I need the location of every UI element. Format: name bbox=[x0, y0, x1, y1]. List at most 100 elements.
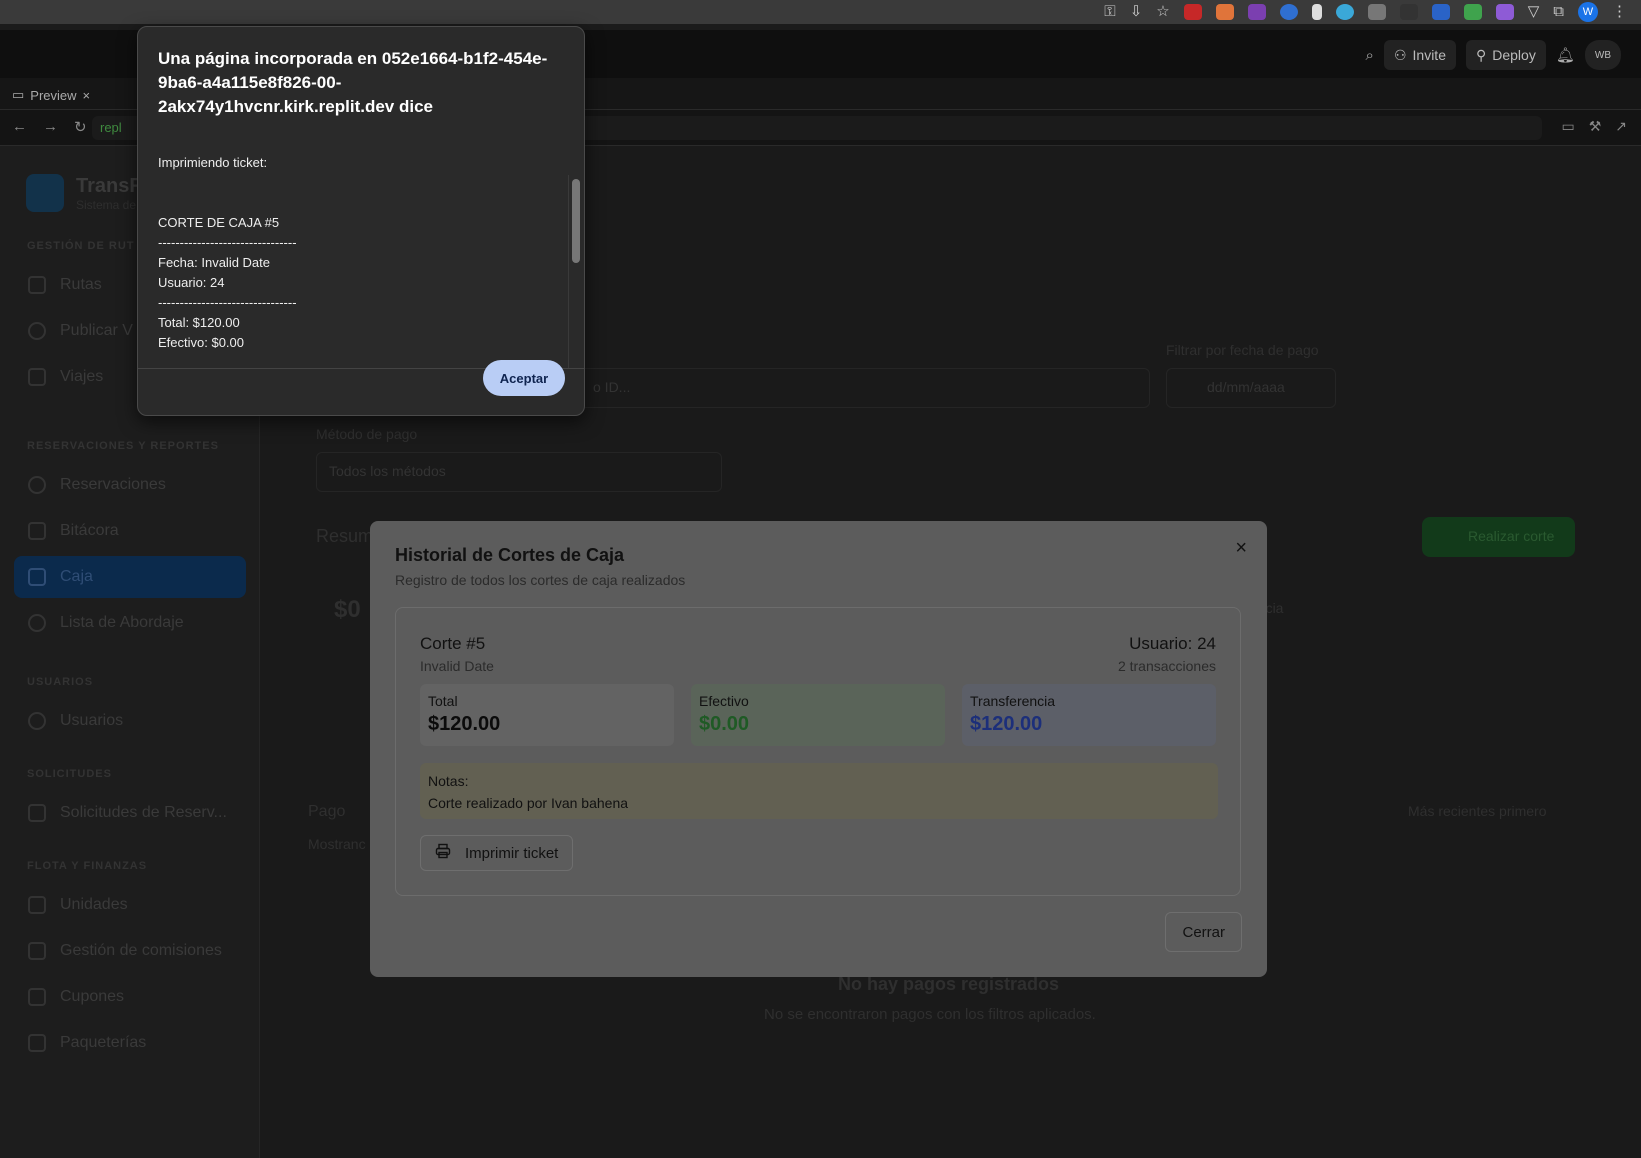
sidebar-item-cupones[interactable]: Cupones bbox=[14, 976, 246, 1018]
extension-icon[interactable] bbox=[1247, 4, 1266, 20]
percent-icon bbox=[28, 942, 46, 960]
date-input[interactable]: dd/mm/aaaa bbox=[1166, 368, 1336, 408]
brand-subtitle: Sistema de bbox=[76, 197, 137, 212]
reload-icon[interactable]: ↻ bbox=[74, 118, 87, 136]
sidebar-item-bitacora[interactable]: Bitácora bbox=[14, 510, 246, 552]
extension-icon[interactable] bbox=[1431, 4, 1450, 20]
tab-preview[interactable]: ▭ Preview × bbox=[4, 82, 98, 108]
resumen-heading: Resum bbox=[316, 526, 374, 546]
alert-message: Imprimiendo ticket: CORTE DE CAJA #5 ---… bbox=[158, 155, 297, 350]
sidebar-item-unidades[interactable]: Unidades bbox=[14, 884, 246, 926]
install-icon[interactable]: ⇩ bbox=[1130, 4, 1143, 20]
alert-title: Una página incorporada en 052e1664-b1f2-… bbox=[158, 49, 548, 116]
puzzle-icon[interactable]: ⧉ bbox=[1553, 4, 1564, 20]
print-ticket-button[interactable]: Imprimir ticket bbox=[420, 835, 573, 871]
browser-toolbar: ⚿ ⇩ ☆ ▽ ⧉ W ⋮ bbox=[0, 0, 1641, 24]
close-icon[interactable]: × bbox=[83, 88, 91, 103]
user-avatar[interactable]: WB bbox=[1584, 40, 1621, 70]
notes-box: Notas: Corte realizado por Ivan bahena bbox=[420, 763, 1218, 819]
method-label: Método de pago bbox=[316, 426, 418, 442]
printer-icon bbox=[435, 843, 451, 863]
realizar-corte-button[interactable]: Realizar corte bbox=[1422, 517, 1575, 557]
percent-icon bbox=[28, 568, 46, 586]
sort-button[interactable]: Más recientes primero bbox=[1408, 803, 1547, 819]
filter-date-label: Filtrar por fecha de pago bbox=[1166, 342, 1319, 358]
user-icon bbox=[28, 476, 46, 494]
transfer-stat: Transferencia $120.00 bbox=[962, 684, 1216, 746]
sidebar-item-solicitudes[interactable]: Solicitudes de Reserv... bbox=[14, 792, 246, 834]
back-icon[interactable]: ← bbox=[12, 118, 27, 136]
section-flota: FLOTA Y FINANZAS bbox=[27, 860, 148, 872]
transfer-label: Transferencia bbox=[970, 693, 1056, 709]
clock-icon bbox=[28, 322, 46, 340]
pagos-heading: Pago bbox=[308, 803, 346, 820]
eyedropper-icon[interactable] bbox=[1311, 4, 1322, 20]
sidebar-item-comisiones[interactable]: Gestión de comisiones bbox=[14, 930, 246, 972]
cash-label: Efectivo bbox=[699, 693, 749, 709]
alert-message-area: Imprimiendo ticket: CORTE DE CAJA #5 ---… bbox=[138, 151, 584, 369]
sidebar-item-reservaciones[interactable]: Reservaciones bbox=[14, 464, 246, 506]
modal-subtitle: Registro de todos los cortes de caja rea… bbox=[395, 572, 686, 588]
truck-icon bbox=[28, 896, 46, 914]
deploy-icon: ⚲ bbox=[1475, 46, 1487, 63]
bell-icon[interactable]: 🔔︎ bbox=[1556, 46, 1575, 64]
package-icon bbox=[28, 1034, 46, 1052]
total-stat: Total $120.00 bbox=[420, 684, 674, 746]
section-rutas: GESTIÓN DE RUT bbox=[27, 240, 135, 252]
invite-button[interactable]: ⚇ Invite bbox=[1383, 40, 1456, 70]
cash-value: $0.00 bbox=[699, 713, 750, 735]
extension-icon[interactable] bbox=[1215, 4, 1234, 20]
forward-icon[interactable]: → bbox=[43, 118, 58, 136]
extension-icon[interactable] bbox=[1463, 4, 1482, 20]
corte-user: Usuario: 24 bbox=[1129, 634, 1216, 653]
extension-icon[interactable] bbox=[1279, 4, 1298, 20]
add-user-icon: ⚇ bbox=[1393, 46, 1407, 63]
user-icon bbox=[28, 712, 46, 730]
search-input[interactable]: o ID... bbox=[580, 368, 1150, 408]
brand: TransR Sistema de bbox=[26, 174, 144, 212]
method-select[interactable]: Todos los métodos bbox=[316, 452, 722, 492]
adblock-extension-icon[interactable] bbox=[1183, 4, 1202, 20]
corte-title: Corte #5 bbox=[420, 634, 486, 653]
sidebar-item-usuarios[interactable]: Usuarios bbox=[14, 700, 246, 742]
close-icon[interactable]: × bbox=[1235, 537, 1247, 560]
mostrando-text: Mostranc bbox=[308, 836, 366, 852]
extension-icon[interactable]: ▽ bbox=[1528, 4, 1540, 20]
total-value: $120.00 bbox=[428, 713, 501, 735]
notes-label: Notas: bbox=[428, 773, 469, 789]
transfer-value: $120.00 bbox=[970, 713, 1043, 735]
section-solicitudes: SOLICITUDES bbox=[27, 768, 112, 780]
extension-icon[interactable] bbox=[1367, 4, 1386, 20]
sidebar-item-paqueterias[interactable]: Paqueterías bbox=[14, 1022, 246, 1064]
aceptar-button[interactable]: Aceptar bbox=[483, 360, 565, 396]
sidebar-item-caja[interactable]: Caja bbox=[14, 556, 246, 598]
tag-icon bbox=[28, 988, 46, 1006]
sidebar-item-abordaje[interactable]: Lista de Abordaje bbox=[14, 602, 246, 644]
star-icon[interactable]: ☆ bbox=[1156, 4, 1169, 20]
cash-stat: Efectivo $0.00 bbox=[691, 684, 945, 746]
external-link-icon[interactable]: ↗ bbox=[1615, 118, 1627, 135]
devtools-icon[interactable]: ⚒ bbox=[1589, 118, 1602, 135]
brand-name: TransR bbox=[76, 174, 144, 197]
section-usuarios: USUARIOS bbox=[27, 676, 94, 688]
alert-scrollbar[interactable] bbox=[572, 179, 580, 263]
deploy-button[interactable]: ⚲ Deploy bbox=[1465, 40, 1546, 70]
total-label: Total bbox=[428, 693, 458, 709]
building-icon bbox=[28, 368, 46, 386]
corte-card: Corte #5 Invalid Date Usuario: 24 2 tran… bbox=[395, 607, 1241, 896]
profile-avatar[interactable]: W bbox=[1578, 2, 1598, 22]
key-icon[interactable]: ⚿ bbox=[1104, 4, 1115, 20]
corte-date: Invalid Date bbox=[420, 658, 494, 674]
total-amount: $0 bbox=[334, 596, 361, 623]
extension-icon[interactable] bbox=[1399, 4, 1418, 20]
extension-icon[interactable] bbox=[1495, 4, 1514, 20]
menu-icon[interactable]: ⋮ bbox=[1612, 4, 1627, 20]
empty-subtitle: No se encontraron pagos con los filtros … bbox=[764, 1006, 1096, 1023]
clipboard-icon bbox=[28, 522, 46, 540]
devices-icon[interactable]: ▭ bbox=[1561, 118, 1574, 135]
notes-text: Corte realizado por Ivan bahena bbox=[428, 795, 629, 811]
search-icon[interactable]: ⌕ bbox=[1366, 47, 1374, 64]
document-icon bbox=[28, 804, 46, 822]
cerrar-button[interactable]: Cerrar bbox=[1165, 912, 1242, 952]
react-devtools-icon[interactable] bbox=[1335, 4, 1354, 20]
